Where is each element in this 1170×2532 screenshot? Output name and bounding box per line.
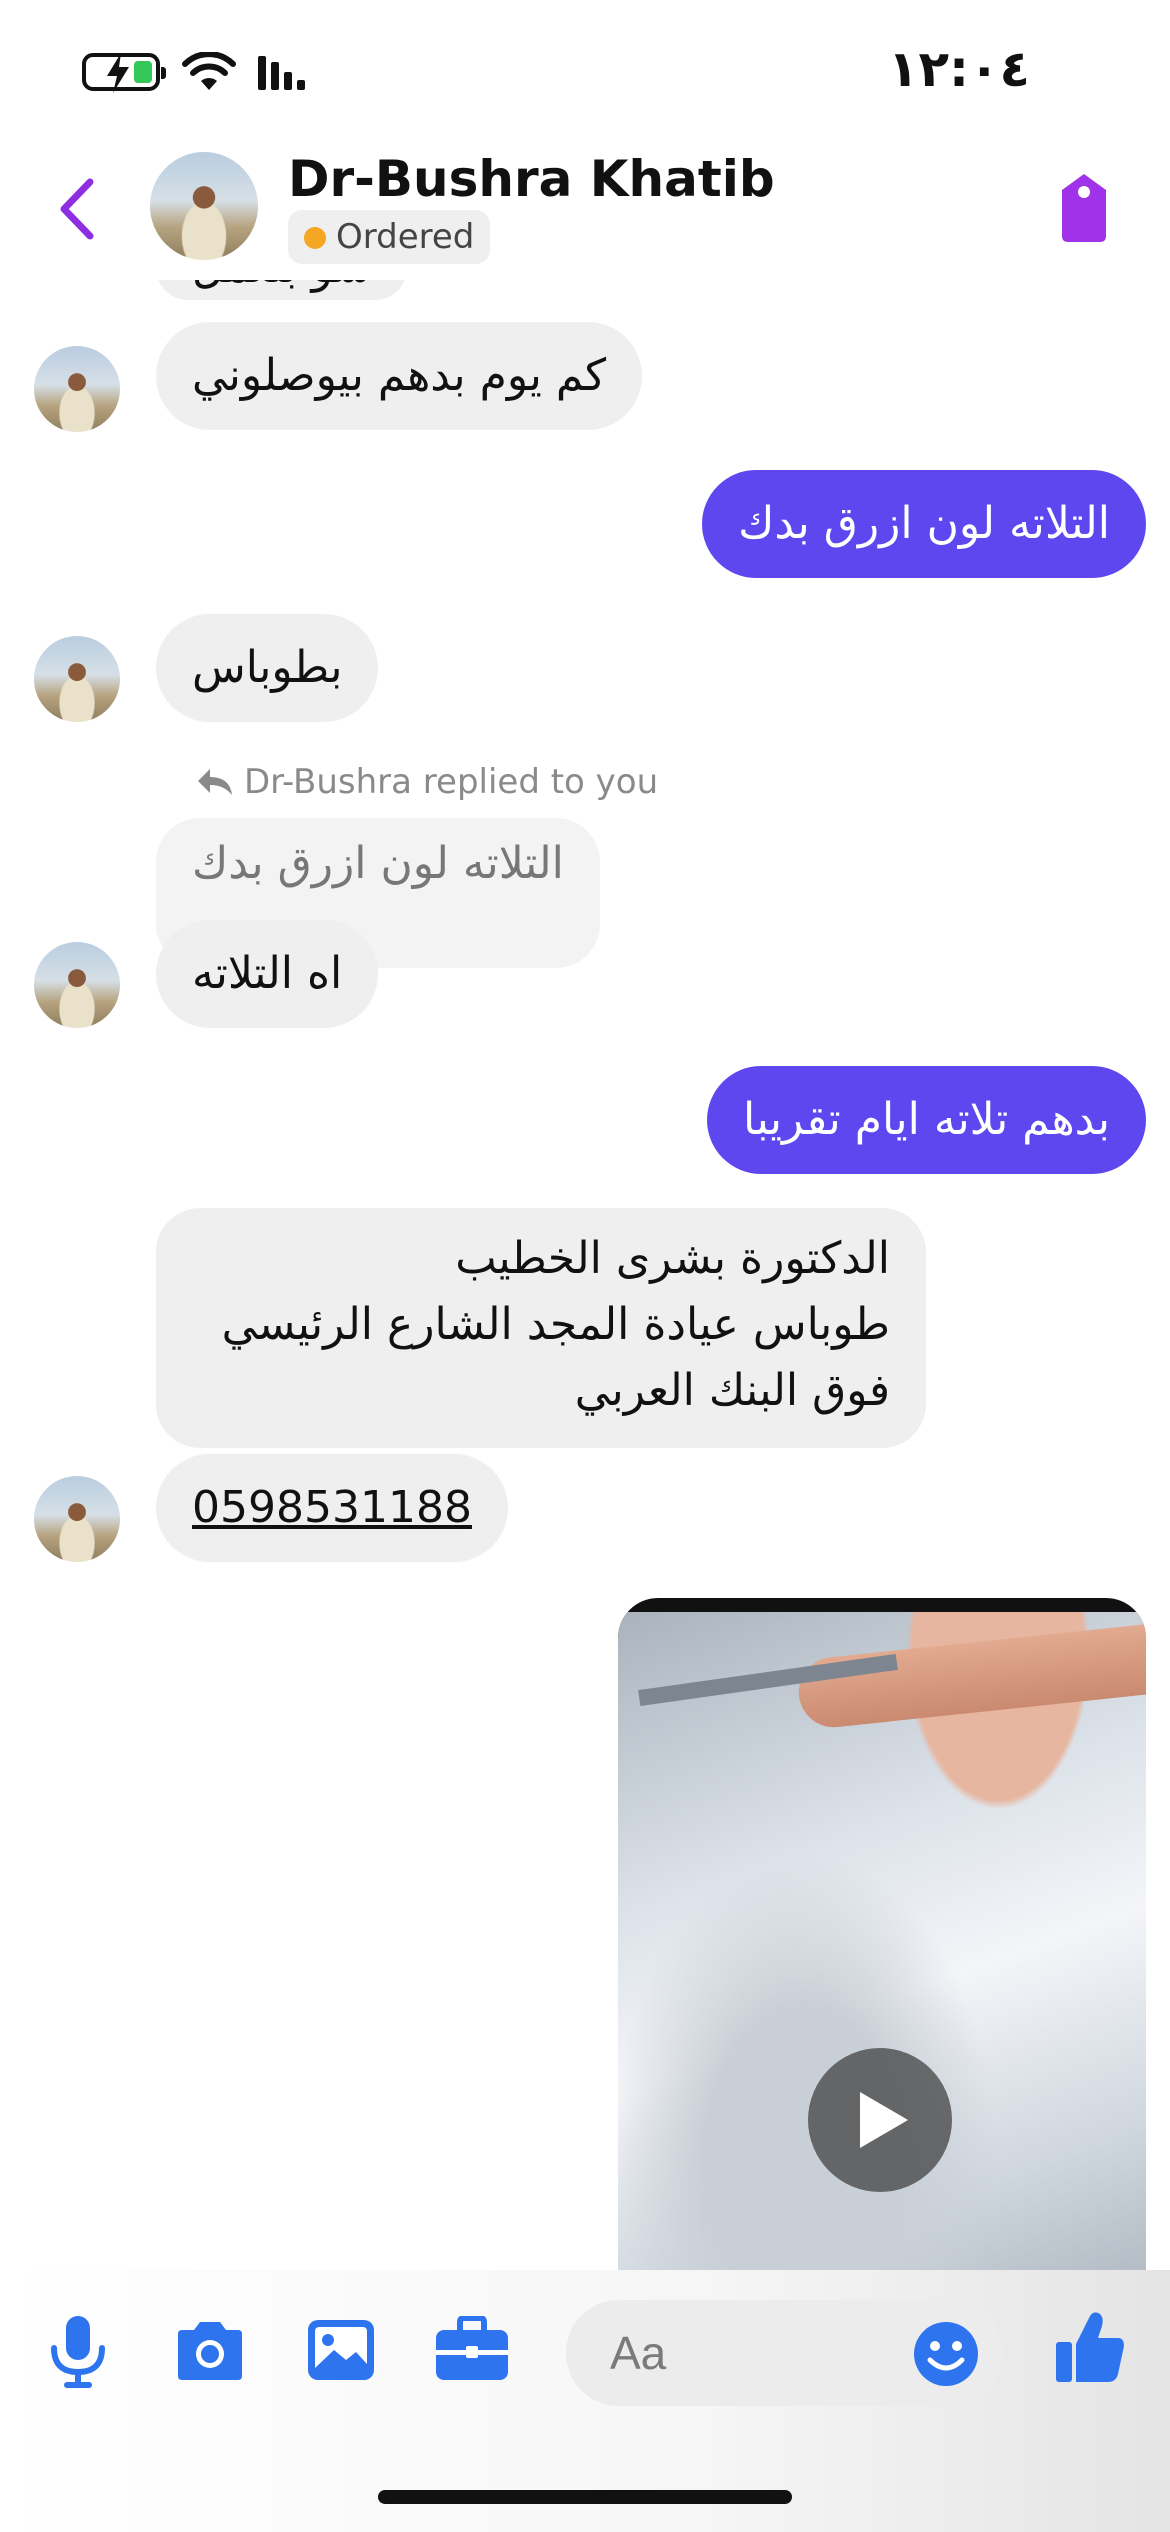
- sender-avatar[interactable]: [34, 636, 120, 722]
- message-bubble-phone[interactable]: 0598531188: [156, 1454, 508, 1562]
- message-input-box[interactable]: [566, 2300, 1002, 2406]
- reply-indicator: Dr-Bushra replied to you: [196, 762, 658, 802]
- conversation-header: Dr-Bushra Khatib Ordered: [0, 140, 1170, 280]
- business-tools-button[interactable]: [434, 2315, 510, 2386]
- cellular-signal-icon: [258, 54, 305, 90]
- battery-charging-icon: [82, 53, 166, 93]
- label-button[interactable]: [1054, 172, 1114, 248]
- status-icons: [82, 52, 305, 93]
- clock: ١٢:٠٤: [887, 40, 1030, 98]
- tag-icon: [1062, 174, 1106, 242]
- sender-avatar[interactable]: [34, 942, 120, 1028]
- status-label: Ordered: [336, 217, 475, 257]
- status-dot-icon: [304, 227, 326, 249]
- play-button[interactable]: [808, 2048, 952, 2192]
- message-input[interactable]: [610, 2322, 870, 2384]
- address-line: طوباس عيادة المجد الشارع الرئيسي: [221, 1299, 890, 1350]
- gallery-button[interactable]: [306, 2318, 376, 2386]
- home-indicator: [378, 2490, 792, 2504]
- message-bubble[interactable]: التلاته لون ازرق بدك: [702, 470, 1146, 578]
- status-bar: ١٢:٠٤: [0, 0, 1170, 140]
- briefcase-icon: [436, 2315, 508, 2380]
- like-button[interactable]: [1054, 2310, 1126, 2388]
- video-message[interactable]: [618, 1598, 1146, 2270]
- gallery-icon: [308, 2320, 374, 2380]
- message-bubble[interactable]: بطوباس: [156, 614, 379, 722]
- wifi-icon: [182, 52, 236, 90]
- contact-avatar[interactable]: [150, 152, 258, 260]
- camera-icon: [178, 2322, 242, 2380]
- address-line: فوق البنك العربي: [574, 1365, 890, 1416]
- sender-avatar[interactable]: [34, 1476, 120, 1562]
- sender-avatar[interactable]: [34, 346, 120, 432]
- camera-button[interactable]: [172, 2320, 248, 2386]
- message-bubble[interactable]: بدهم تلاته ايام تقريبا: [707, 1066, 1146, 1174]
- play-icon: [860, 2092, 908, 2148]
- message-thread[interactable]: شو بتعمل كم يوم بدهم بيوصلوني التلاته لو…: [0, 280, 1170, 2270]
- address-line: الدكتورة بشرى الخطيب: [455, 1233, 890, 1284]
- emoji-icon[interactable]: [912, 2320, 980, 2388]
- microphone-icon: [51, 2316, 105, 2388]
- reply-label-text: Dr-Bushra replied to you: [244, 762, 659, 802]
- order-status-badge[interactable]: Ordered: [288, 210, 491, 264]
- back-button[interactable]: [54, 176, 100, 246]
- message-bubble-address[interactable]: الدكتورة بشرى الخطيب طوباس عيادة المجد ا…: [156, 1208, 926, 1448]
- thumbs-up-icon: [1056, 2312, 1124, 2382]
- contact-name[interactable]: Dr-Bushra Khatib: [288, 150, 775, 208]
- back-chevron-icon: [60, 178, 94, 240]
- message-bubble[interactable]: كم يوم بدهم بيوصلوني: [156, 322, 643, 430]
- reply-arrow-icon: [198, 769, 232, 795]
- message-bubble[interactable]: شو بتعمل: [156, 280, 408, 300]
- voice-clip-button[interactable]: [48, 2314, 108, 2394]
- phone-number-link[interactable]: 0598531188: [192, 1482, 472, 1533]
- message-bubble[interactable]: اه التلاته: [156, 920, 379, 1028]
